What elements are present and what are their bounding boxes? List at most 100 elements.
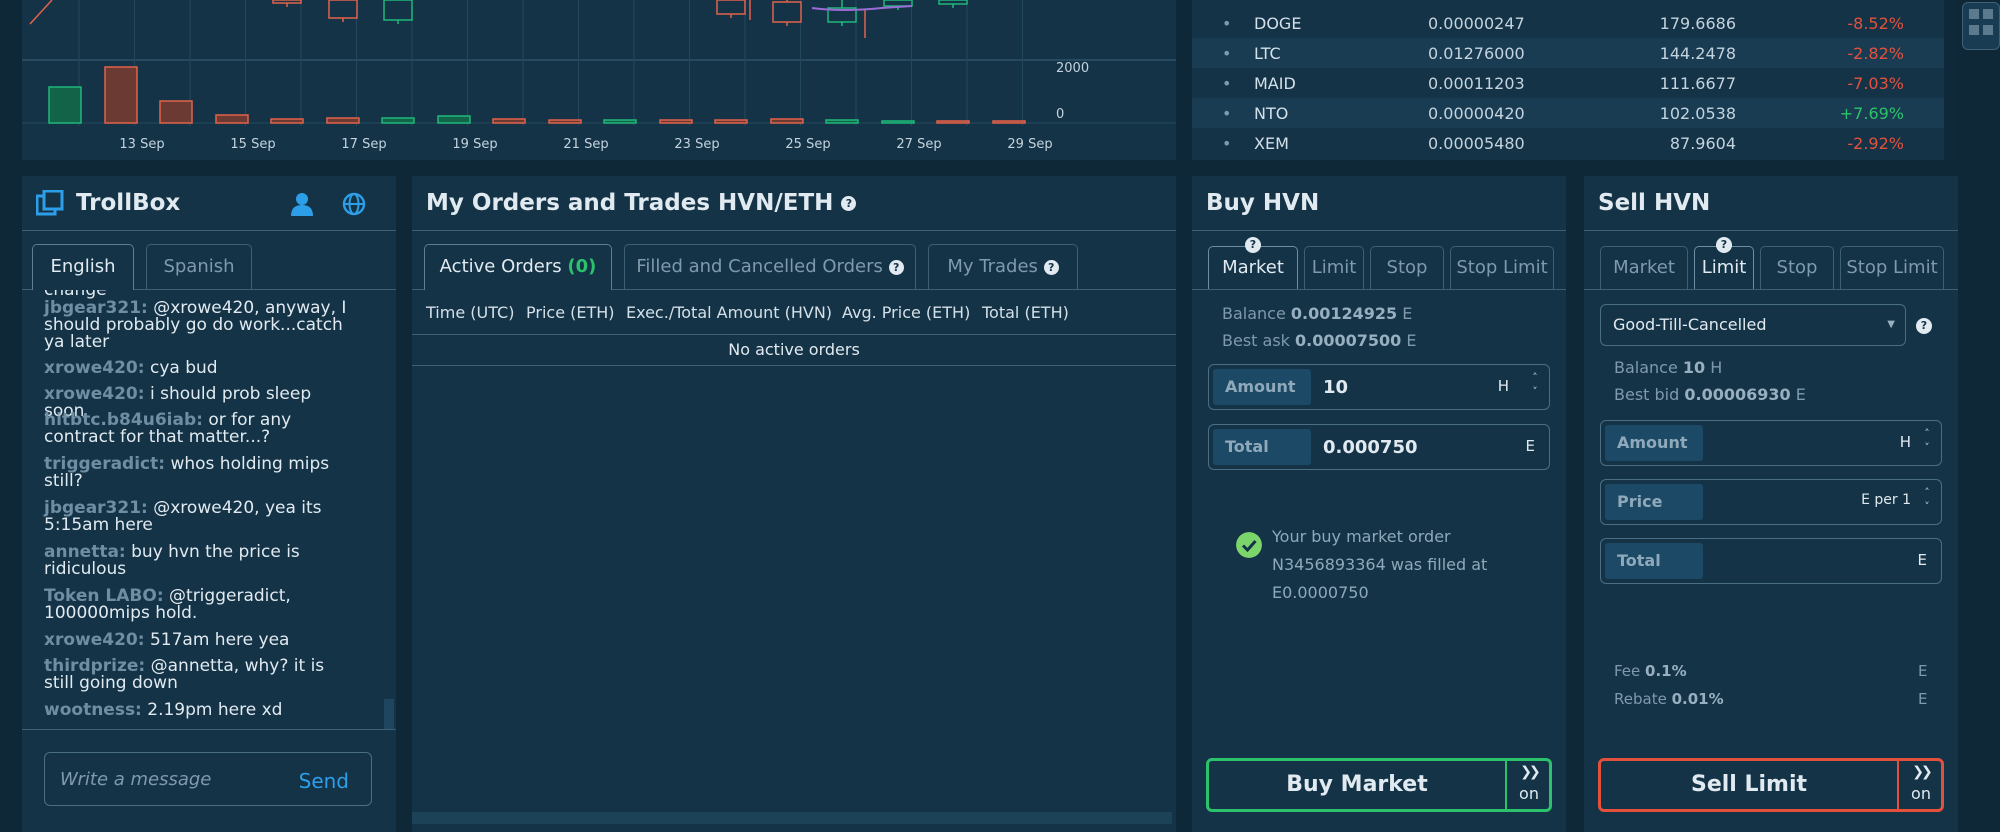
chat-username[interactable]: xrowe420: <box>44 358 145 378</box>
chat-username[interactable]: xrowe420: <box>44 630 145 650</box>
chat-message: Token LABO: @triggeradict, 100000mips ho… <box>44 588 354 622</box>
buy-balance-label: Balance <box>1222 304 1286 323</box>
sell-amount-label: Amount <box>1605 425 1703 461</box>
orders-scrollbar[interactable] <box>412 812 1172 824</box>
column-header-total[interactable]: Total (ETH) <box>982 303 1069 322</box>
send-button[interactable]: Send <box>299 769 349 793</box>
candle <box>938 0 968 5</box>
empty-orders-message: No active orders <box>728 340 860 359</box>
buy-tab-limit[interactable]: Limit <box>1304 246 1364 290</box>
volume-bar <box>548 119 582 124</box>
chat-scrollbar[interactable] <box>384 699 394 729</box>
candle <box>272 0 302 4</box>
best-bid-unit: E <box>1795 385 1806 404</box>
column-header-time[interactable]: Time (UTC) <box>426 303 514 322</box>
buy-balance-value: 0.00124925 <box>1290 304 1398 323</box>
time-in-force-select[interactable]: Good-Till-Cancelled ▼ <box>1600 304 1906 346</box>
column-header-price[interactable]: Price (ETH) <box>526 303 615 322</box>
rebate-unit: E <box>1918 690 1928 708</box>
sell-balance-value: 10 <box>1682 358 1706 377</box>
chat-text: cya bud <box>149 358 218 378</box>
chat-message: xrowe420: cya bud <box>44 360 354 377</box>
one-click-toggle[interactable]: ❯❯ on <box>1901 761 1941 809</box>
chat-username[interactable]: wootness: <box>44 700 142 720</box>
buy-amount-stepper-icon[interactable]: ˄ ˅ <box>1529 371 1541 403</box>
sell-amount-field[interactable]: Amount H ˄ ˅ <box>1600 420 1942 466</box>
ticker-row[interactable]: • LTC 0.01276000 144.2478 -2.82% <box>1192 38 1944 68</box>
best-ask[interactable]: Best ask 0.00007500 E <box>1222 331 1417 350</box>
orders-panel: My Orders and Trades HVN/ETH ? Active Or… <box>412 176 1176 832</box>
buy-total-value[interactable]: 0.000750 <box>1323 437 1418 458</box>
tab-active-orders[interactable]: Active Orders (0) <box>424 244 612 290</box>
buy-total-field[interactable]: Total 0.000750 E <box>1208 424 1550 470</box>
sell-total-field[interactable]: Total E <box>1600 538 1942 584</box>
rebate-value: 0.01% <box>1671 690 1724 708</box>
x-axis-tick-label: 19 Sep <box>452 137 497 152</box>
help-icon[interactable]: ? <box>1043 259 1059 275</box>
best-bid[interactable]: Best bid 0.00006930 E <box>1614 385 1806 404</box>
popout-icon[interactable] <box>36 190 64 216</box>
ticker-row[interactable]: • MAID 0.00011203 111.6677 -7.03% <box>1192 68 1944 98</box>
column-header-amount[interactable]: Exec./Total Amount (HVN) <box>626 303 832 322</box>
sell-limit-button[interactable]: Sell Limit <box>1601 761 1899 809</box>
sell-tab-stop-limit[interactable]: Stop Limit <box>1840 246 1944 290</box>
ticker-change: -2.92% <box>1847 134 1904 153</box>
sell-price-stepper-icon[interactable]: ˄ ˅ <box>1921 486 1933 518</box>
volume-bar <box>48 86 82 124</box>
sell-balance-label: Balance <box>1614 358 1678 377</box>
chat-message-input[interactable]: Write a message Send <box>44 752 372 806</box>
orders-title-text: My Orders and Trades HVN/ETH <box>426 190 834 216</box>
trollbox-title: TrollBox <box>76 190 181 216</box>
sell-amount-stepper-icon[interactable]: ˄ ˅ <box>1921 427 1933 459</box>
help-icon[interactable]: ? <box>1916 318 1932 334</box>
sell-tab-limit[interactable]: ? Limit <box>1694 237 1754 290</box>
buy-tab-market[interactable]: ? Market <box>1208 237 1298 290</box>
ticker-row[interactable]: • NTO 0.00000420 102.0538 +7.69% <box>1192 98 1944 128</box>
column-header-avg-price[interactable]: Avg. Price (ETH) <box>842 303 970 322</box>
ticker-price: 0.00000420 <box>1428 104 1525 123</box>
one-click-toggle-label: on <box>1911 784 1931 803</box>
ticker-change: -2.82% <box>1847 44 1904 63</box>
one-click-toggle[interactable]: ❯❯ on <box>1509 761 1549 809</box>
buy-amount-value[interactable]: 10 <box>1323 377 1348 398</box>
buy-panel: Buy HVN ? Market Limit Stop Stop Limit Ba… <box>1192 176 1566 832</box>
ticker-change: +7.69% <box>1839 104 1904 123</box>
help-icon[interactable]: ? <box>888 259 904 275</box>
sell-tab-market[interactable]: Market <box>1600 246 1688 290</box>
sell-tab-stop[interactable]: Stop <box>1760 246 1834 290</box>
layout-grid-icon[interactable] <box>1962 2 2000 50</box>
ticker-scrollbar[interactable] <box>1944 0 1958 160</box>
buy-tab-stop-limit[interactable]: Stop Limit <box>1450 246 1554 290</box>
divider <box>412 334 1176 335</box>
tab-spanish[interactable]: Spanish <box>146 244 252 290</box>
ticker-row[interactable]: • DOGE 0.00000247 179.6686 -8.52% <box>1192 8 1944 38</box>
divider <box>1192 230 1566 231</box>
chat-message-list[interactable]: change jbgear321: @xrowe420, anyway, I sh… <box>22 290 396 722</box>
help-icon[interactable]: ? <box>841 196 857 211</box>
volume-bar <box>159 100 193 124</box>
tab-english[interactable]: English <box>32 244 134 290</box>
volume-bar <box>215 114 249 124</box>
sell-price-field[interactable]: Price E per 1 ˄ ˅ <box>1600 479 1942 525</box>
tab-filled-cancelled[interactable]: Filled and Cancelled Orders ? <box>624 244 916 290</box>
chevron-down-icon: ▼ <box>1887 319 1895 330</box>
help-icon[interactable]: ? <box>1245 237 1261 253</box>
candlestick-chart[interactable]: 2000 0 13 Sep 15 Sep 17 Sep 19 Sep 21 Sep 23 Se… <box>22 0 1176 160</box>
buy-total-unit: E <box>1525 437 1535 455</box>
ticker-symbol: NTO <box>1254 104 1289 123</box>
ticker-price: 0.00011203 <box>1428 74 1525 93</box>
ticker-price: 0.01276000 <box>1428 44 1525 63</box>
chat-text: 2.19pm here xd <box>147 700 283 720</box>
help-icon[interactable]: ? <box>1716 237 1732 253</box>
ticker-row[interactable]: • XEM 0.00005480 87.9604 -2.92% <box>1192 128 1944 158</box>
ticker-symbol: XEM <box>1254 134 1289 153</box>
buy-market-button[interactable]: Buy Market <box>1209 761 1507 809</box>
tab-my-trades[interactable]: My Trades ? <box>928 244 1078 290</box>
buy-tab-stop[interactable]: Stop <box>1370 246 1444 290</box>
bullet-icon: • <box>1222 14 1232 33</box>
moving-average-line <box>811 5 913 11</box>
buy-amount-field[interactable]: Amount 10 H ˄ ˅ <box>1208 364 1550 410</box>
globe-icon[interactable] <box>342 192 366 216</box>
user-icon[interactable] <box>290 192 314 216</box>
volume-bar <box>492 118 526 124</box>
